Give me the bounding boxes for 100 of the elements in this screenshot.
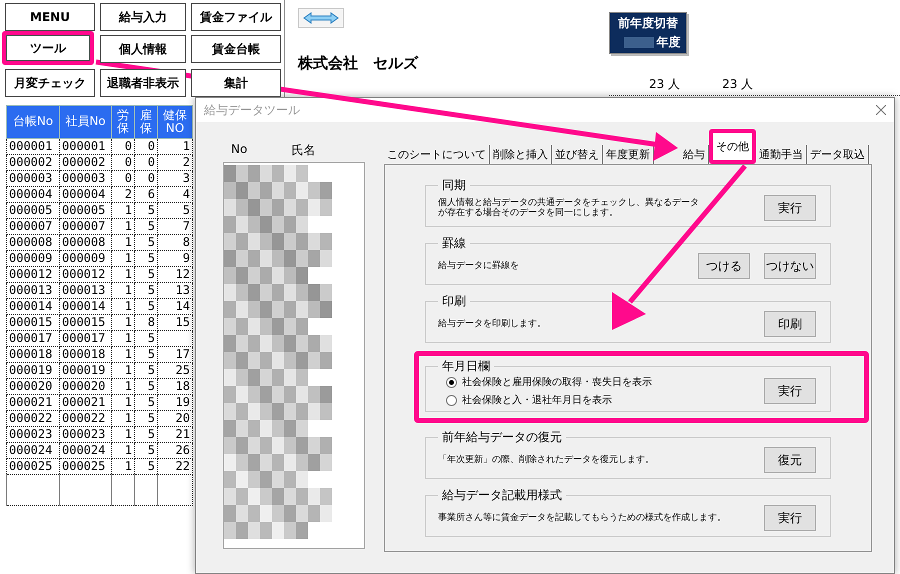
table-cell: 1 <box>112 266 134 282</box>
menu-button[interactable]: 集計 <box>191 69 281 97</box>
table-cell: 2 <box>112 186 134 202</box>
menu-button[interactable]: 給与入力 <box>100 3 186 31</box>
column-header: 労保 <box>112 106 134 138</box>
column-header: 健保NO <box>158 106 192 138</box>
action-button[interactable]: 復元 <box>764 447 816 473</box>
table-cell: 000005 <box>60 202 112 218</box>
close-icon[interactable] <box>876 105 886 115</box>
table-cell: 1 <box>112 202 134 218</box>
group-title: 同期 <box>441 177 467 194</box>
group-title: 年月日欄 <box>441 358 491 375</box>
table-cell: 9 <box>158 250 192 266</box>
table-cell: 000015 <box>6 314 60 330</box>
tab[interactable]: データ取込 <box>807 145 869 164</box>
description: 給与データを印刷します。 <box>438 318 546 330</box>
table-cell: 22 <box>158 458 192 474</box>
table-cell: 1 <box>112 314 134 330</box>
table-cell: 6 <box>134 186 158 202</box>
description: 事業所さん等に賃金データを記載してもらうための様式を作成します。 <box>438 512 726 524</box>
year-switch-button[interactable]: 前年度切替 年度 <box>609 12 687 54</box>
table-cell: 000002 <box>6 154 60 170</box>
action-button[interactable]: つける <box>698 253 750 279</box>
menu-button[interactable]: ツール <box>6 35 90 61</box>
table-cell: 000014 <box>6 298 60 314</box>
table-cell <box>158 330 192 346</box>
table-cell: 1 <box>112 250 134 266</box>
action-button[interactable]: 実行 <box>764 378 816 404</box>
group-title: 前年給与データの復元 <box>441 429 563 446</box>
table-cell: 12 <box>158 266 192 282</box>
table-cell: 25 <box>158 362 192 378</box>
tab[interactable]: このシートについて <box>384 145 490 164</box>
action-button[interactable]: 印刷 <box>764 311 816 337</box>
radio-option[interactable]: 社会保険と雇用保険の取得・喪失日を表示 <box>446 375 652 389</box>
table-cell: 000003 <box>6 170 60 186</box>
tab[interactable]: 通勤手当 <box>756 145 807 164</box>
table-cell: 000008 <box>60 234 112 250</box>
tab[interactable]: その他 <box>709 129 756 164</box>
menu-button[interactable]: 退職者非表示 <box>100 69 186 97</box>
table-cell: 000025 <box>60 458 112 474</box>
table-cell: 000021 <box>60 394 112 410</box>
table-cell: 0 <box>112 138 134 154</box>
headcount: 23 人 <box>722 76 754 93</box>
table-cell: 4 <box>158 186 192 202</box>
menu-button[interactable]: 個人情報 <box>100 35 186 63</box>
action-button[interactable]: つけない <box>764 253 816 279</box>
headcount: 23 人 <box>649 76 680 93</box>
tab[interactable]: 並び替え <box>552 145 603 164</box>
table-cell: 5 <box>134 282 158 298</box>
table-cell: 5 <box>134 202 158 218</box>
table-cell: 000021 <box>6 394 60 410</box>
menu-button[interactable]: 月変チェック <box>5 69 95 97</box>
employee-list[interactable] <box>223 162 365 549</box>
table-cell: 000007 <box>60 218 112 234</box>
list-header: 氏名 <box>291 142 316 159</box>
table-cell: 000002 <box>60 154 112 170</box>
table-cell: 5 <box>134 426 158 442</box>
group-title: 印刷 <box>441 293 467 310</box>
radio-option[interactable]: 社会保険と入・退社年月日を表示 <box>446 393 652 407</box>
menu-button[interactable]: 賃金ファイル <box>191 3 281 31</box>
table-cell: 000025 <box>6 458 60 474</box>
table-cell: 000015 <box>60 314 112 330</box>
table-cell: 5 <box>134 250 158 266</box>
table-cell: 000020 <box>60 378 112 394</box>
table-cell: 000004 <box>60 186 112 202</box>
table-cell: 000008 <box>6 234 60 250</box>
table-cell: 000019 <box>60 362 112 378</box>
table-cell: 1 <box>112 394 134 410</box>
table-cell: 1 <box>112 362 134 378</box>
menu-button[interactable]: MENU <box>5 3 95 31</box>
table-cell: 000019 <box>6 362 60 378</box>
table-cell: 000009 <box>6 250 60 266</box>
table-cell: 26 <box>158 442 192 458</box>
table-cell: 000004 <box>6 186 60 202</box>
table-cell: 1 <box>112 298 134 314</box>
table-cell: 1 <box>112 234 134 250</box>
table-cell: 000017 <box>6 330 60 346</box>
company-name: 株式会社 セルズ <box>298 54 420 73</box>
description: 「年次更新」の際、削除されたデータを復元します。 <box>438 454 654 466</box>
table-cell: 1 <box>112 442 134 458</box>
table-cell: 1 <box>158 138 192 154</box>
action-button[interactable]: 実行 <box>764 195 816 221</box>
table-cell: 0 <box>112 170 134 186</box>
table-cell: 5 <box>134 362 158 378</box>
table-cell: 5 <box>134 330 158 346</box>
table-cell: 000012 <box>6 266 60 282</box>
table-cell: 1 <box>112 346 134 362</box>
table-cell: 1 <box>112 218 134 234</box>
table-cell: 5 <box>158 202 192 218</box>
table-cell: 5 <box>134 266 158 282</box>
table-cell: 0 <box>134 138 158 154</box>
tab[interactable]: 削除と挿入 <box>490 145 552 164</box>
table-cell: 1 <box>112 410 134 426</box>
table-cell: 18 <box>158 378 192 394</box>
menu-button[interactable]: 賃金台帳 <box>191 35 281 63</box>
table-cell: 5 <box>134 442 158 458</box>
table-cell: 19 <box>158 394 192 410</box>
action-button[interactable]: 実行 <box>764 505 816 531</box>
table-cell: 21 <box>158 426 192 442</box>
column-header: 台帳No <box>6 106 60 138</box>
